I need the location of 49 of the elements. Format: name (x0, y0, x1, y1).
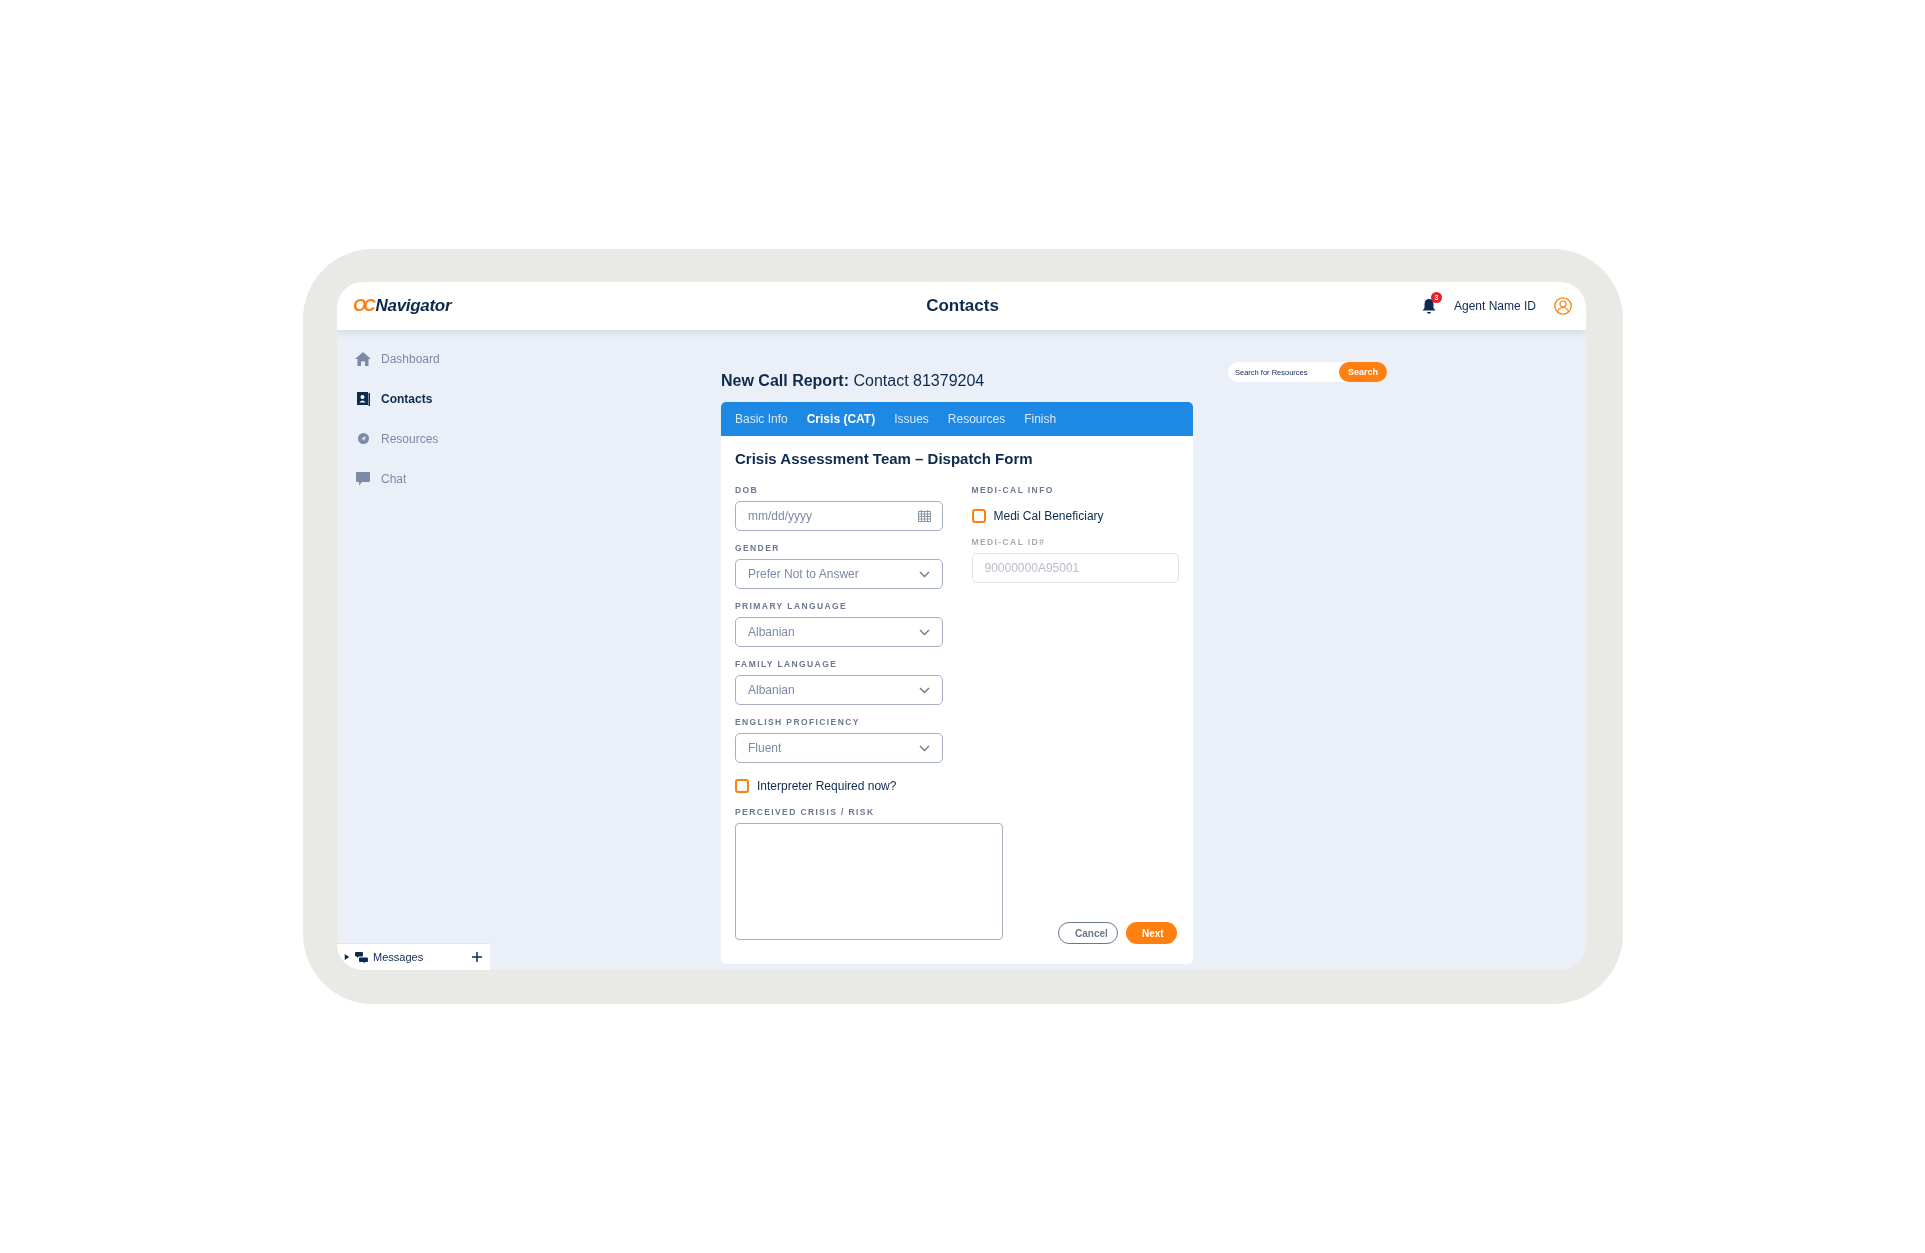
compass-icon (357, 433, 369, 444)
field-label: DOB (735, 485, 760, 495)
sidebar-item[interactable]: Chat (354, 468, 490, 489)
add-button[interactable] (472, 949, 482, 965)
messages-label: Messages (373, 951, 425, 963)
search-button[interactable]: Search (1338, 362, 1387, 382)
chevron-down-icon (918, 570, 930, 578)
contacts-book-icon (356, 391, 370, 406)
home-icon (355, 351, 371, 366)
sidebar-item[interactable]: Dashboard (354, 348, 490, 369)
date-input-field[interactable]: mm/dd/yyyy (735, 501, 943, 531)
checkbox[interactable] (735, 779, 749, 793)
field-label: MEDI-CAL ID# (971, 537, 1047, 547)
caret-icon[interactable] (344, 953, 350, 961)
form-title: Crisis Assessment Team – Dispatch Form (735, 450, 1034, 467)
chevron-down-icon (918, 628, 930, 636)
field-label: ENGLISH PROFICIENCY (735, 717, 861, 727)
sidebar-item[interactable]: Resources (354, 428, 490, 449)
field-label: GENDER (735, 543, 781, 553)
report-title: New Call Report: Contact 81379204 (721, 372, 986, 390)
checkbox-label: Medi Cal Beneficiary (993, 509, 1104, 523)
page-heading: Contacts (925, 296, 1000, 316)
chat-bubbles-icon (355, 951, 368, 963)
chevron-down-icon (918, 686, 930, 694)
field-label: FAMILY LANGUAGE (735, 659, 839, 669)
user-avatar-icon[interactable] (1554, 297, 1572, 315)
cancel-button[interactable]: Cancel (1058, 922, 1118, 944)
calendar-icon (917, 510, 931, 522)
select-dropdown[interactable]: Fluent (735, 733, 943, 763)
select-dropdown[interactable]: Prefer Not to Answer (735, 559, 943, 589)
tab[interactable]: Resources (947, 412, 1006, 426)
select-dropdown[interactable]: Albanian (735, 675, 943, 705)
chat-bubble-icon (356, 471, 370, 486)
text-area[interactable] (735, 823, 1003, 940)
notification-bell-icon[interactable] (1421, 298, 1436, 314)
tab[interactable]: Basic Info (735, 412, 788, 426)
field-label: PERCEIVED CRISIS / RISK (735, 807, 876, 817)
checkbox[interactable] (971, 509, 986, 523)
tab[interactable]: Crisis (CAT) (806, 412, 876, 426)
next-button[interactable]: Next (1126, 922, 1177, 944)
field-label: PRIMARY LANGUAGE (735, 601, 849, 611)
chevron-down-icon (918, 744, 930, 752)
section-heading: MEDI-CAL INFO (971, 485, 1055, 495)
tab[interactable]: Issues (894, 412, 929, 426)
select-dropdown[interactable]: Albanian (735, 617, 943, 647)
checkbox-label: Interpreter Required now? (757, 779, 897, 793)
sidebar-item[interactable]: Contacts (354, 388, 490, 409)
tab[interactable]: Finish (1024, 412, 1057, 426)
user-name[interactable]: Agent Name ID (1453, 299, 1536, 313)
